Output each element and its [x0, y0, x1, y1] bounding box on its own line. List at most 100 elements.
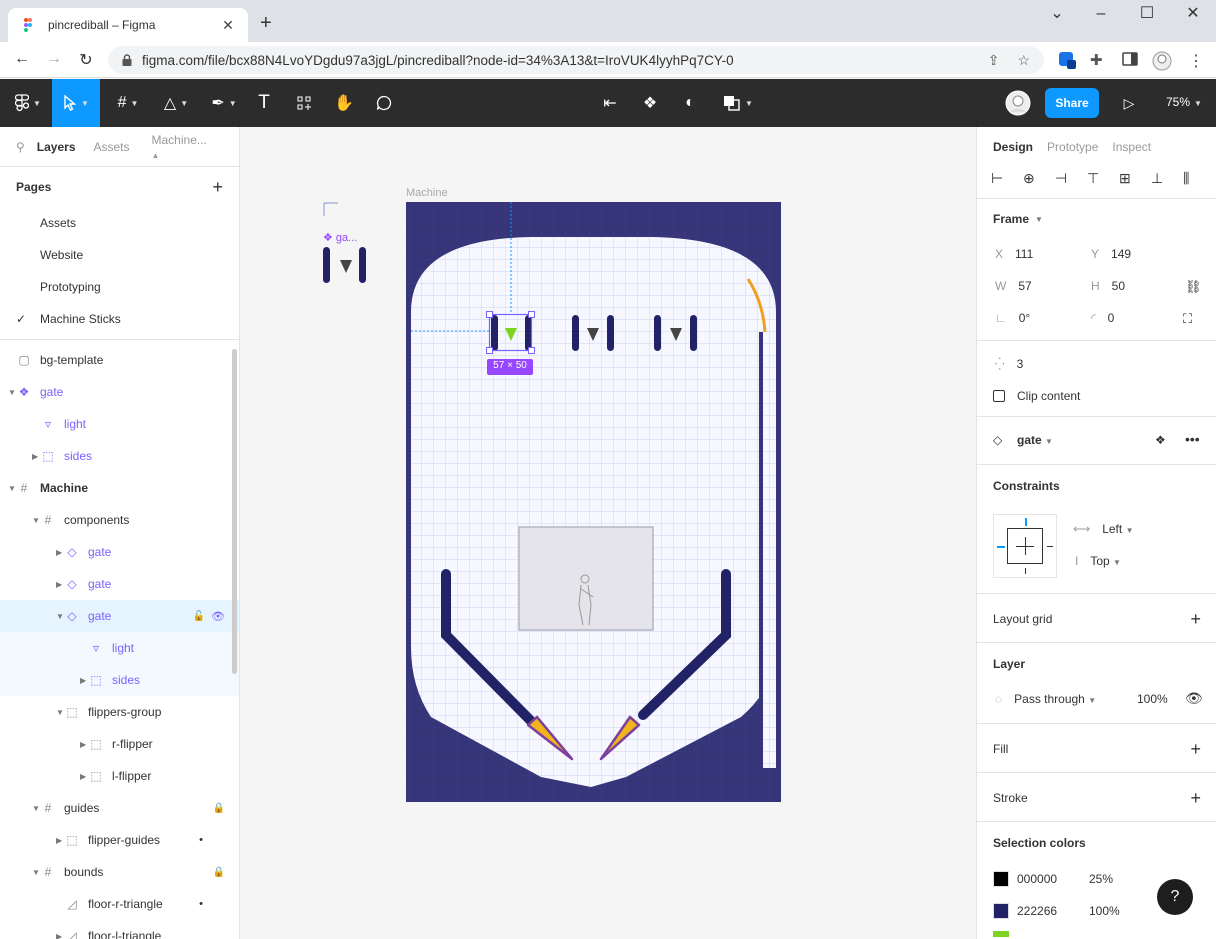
expand-arrow-icon[interactable]: ▶ [32, 452, 38, 461]
page-item[interactable]: ✓ Machine Sticks [0, 303, 239, 335]
layer-row[interactable]: ◿ floor-r-triangle • [0, 888, 239, 920]
tab-prototype[interactable]: Prototype [1047, 140, 1098, 154]
layout-grid-header[interactable]: Layout grid + [977, 595, 1216, 643]
x-field[interactable]: X 111 [995, 247, 1033, 261]
window-close-icon[interactable]: ✕ [1170, 4, 1216, 24]
layer-row[interactable]: ▶ ⬚ l-flipper [0, 760, 239, 792]
page-item[interactable]: Assets [0, 207, 239, 239]
blend-mode-select[interactable]: ◌ Pass through ▼ [995, 692, 1096, 706]
align-top-icon[interactable]: ⊤ [1087, 170, 1119, 187]
layer-row[interactable]: ▶ ⬚ sides [0, 664, 239, 696]
user-avatar[interactable] [1004, 79, 1032, 127]
layer-row[interactable]: ▼ # bounds 🔒 [0, 856, 239, 888]
resources-icon[interactable] [292, 79, 316, 127]
expand-arrow-icon[interactable]: ▶ [56, 580, 62, 589]
sidepanel-icon[interactable] [1122, 51, 1140, 69]
layer-row[interactable]: ▶ ⬚ r-flipper [0, 728, 239, 760]
add-layout-grid-icon[interactable]: + [1190, 609, 1201, 630]
pen-tool-icon[interactable]: ✒ ▼ [204, 79, 244, 127]
w-field[interactable]: W 57 [995, 279, 1032, 293]
frame-tool-icon[interactable]: # ▼ [108, 79, 148, 127]
share-button[interactable]: Share [1045, 88, 1099, 118]
collapse-arrow-icon[interactable]: ▼ [56, 708, 64, 717]
layer-row[interactable]: ▼ ◇ gate 🔓 👁 [0, 600, 239, 632]
collapse-arrow-icon[interactable]: ▼ [32, 868, 40, 877]
distribute-icon[interactable]: ⫼ [1183, 170, 1215, 187]
expand-arrow-icon[interactable]: ▶ [56, 548, 62, 557]
component-name[interactable]: gate ▼ [1017, 433, 1053, 447]
layer-row[interactable]: ▢ bg-template [0, 344, 239, 376]
layer-row[interactable]: ▶ ◇ gate [0, 536, 239, 568]
browser-tab[interactable]: pincrediball – Figma ✕ [8, 8, 248, 42]
hand-tool-icon[interactable]: ✋ [332, 79, 356, 127]
browser-menu-icon[interactable]: ⋮ [1188, 51, 1206, 70]
layer-row[interactable]: ▶ ⬚ sides [0, 440, 239, 472]
frame-header[interactable]: Frame ▼ [977, 199, 1216, 239]
add-stroke-icon[interactable]: + [1190, 788, 1201, 809]
center-window[interactable] [518, 526, 654, 631]
move-tool-icon[interactable]: ▼ [52, 79, 100, 127]
url-input[interactable]: figma.com/file/bcx88N4LvoYDgdu97a3jgL/pi… [108, 46, 1044, 74]
extension-icon[interactable] [1058, 51, 1076, 69]
y-field[interactable]: Y 149 [1091, 247, 1131, 261]
frame-label[interactable]: Machine [406, 187, 448, 199]
expand-arrow-icon[interactable]: ▶ [80, 676, 86, 685]
collapse-arrow-icon[interactable]: ▼ [8, 388, 16, 397]
new-tab-icon[interactable]: + [260, 12, 272, 35]
help-button[interactable]: ? [1157, 879, 1193, 915]
points-field[interactable]: ⁛ 3 [995, 357, 1023, 371]
layer-row[interactable]: ▼ # guides 🔒 [0, 792, 239, 824]
collapse-arrow-icon[interactable]: ▼ [56, 612, 64, 621]
expand-arrow-icon[interactable]: ▶ [80, 740, 86, 749]
bookmark-star-icon[interactable]: ☆ [1017, 52, 1030, 69]
page-item[interactable]: Prototyping [0, 271, 239, 303]
layer-row[interactable]: ▼ # components [0, 504, 239, 536]
puzzle-extensions-icon[interactable]: ✚ [1090, 51, 1108, 69]
more-options-icon[interactable]: ••• [1185, 431, 1200, 447]
back-icon[interactable]: ← [12, 50, 32, 68]
layers-scrollbar[interactable] [232, 349, 237, 674]
comment-tool-icon[interactable] [372, 79, 396, 127]
create-component-icon[interactable]: ❖ [638, 79, 662, 127]
expand-arrow-icon[interactable]: ▶ [56, 932, 62, 939]
align-right-icon[interactable]: ⊣ [1055, 170, 1087, 187]
independent-corners-icon[interactable]: ⛶ [1183, 311, 1192, 327]
lock-icon[interactable]: 🔒 [213, 867, 225, 878]
unlock-icon[interactable]: 🔓 [193, 611, 205, 622]
add-fill-icon[interactable]: + [1190, 739, 1201, 760]
search-icon[interactable]: ⚲ [16, 140, 25, 154]
fill-header[interactable]: Fill + [977, 725, 1216, 773]
layer-row[interactable]: ▿ light [0, 408, 239, 440]
page-switcher[interactable]: Machine... ▲ [152, 133, 225, 161]
align-left-icon[interactable]: ⊢ [991, 170, 1023, 187]
go-to-main-component-icon[interactable]: ⇤ [598, 79, 622, 127]
color-hex[interactable]: 000000 [1017, 872, 1089, 886]
profile-avatar-icon[interactable] [1152, 51, 1172, 71]
mask-icon[interactable]: ◐ [678, 79, 702, 127]
canvas[interactable]: Machine ❖ ga... 57 × 50 [241, 127, 975, 939]
layer-row[interactable]: ▼ ❖ gate [0, 376, 239, 408]
forward-icon[interactable]: → [44, 50, 64, 68]
text-tool-icon[interactable]: T [252, 79, 276, 127]
clip-content-checkbox[interactable]: Clip content [993, 389, 1080, 403]
color-opacity[interactable]: 25% [1089, 872, 1113, 886]
collapse-arrow-icon[interactable]: ▼ [32, 516, 40, 525]
reload-icon[interactable]: ↻ [76, 50, 96, 70]
horizontal-constraint[interactable]: ⟷ Left ▼ [1073, 522, 1133, 536]
chevron-down-icon[interactable]: ⌄ [1034, 4, 1080, 24]
color-opacity[interactable]: 100% [1089, 904, 1120, 918]
floating-gate-component[interactable] [323, 247, 366, 283]
color-swatch[interactable] [993, 903, 1009, 919]
machine-frame[interactable] [406, 202, 781, 802]
zoom-level[interactable]: 75% ▼ [1166, 95, 1202, 109]
tab-layers[interactable]: Layers [37, 140, 76, 154]
close-tab-icon[interactable]: ✕ [220, 17, 236, 34]
constraints-widget[interactable] [993, 514, 1057, 578]
constrain-proportions-icon[interactable]: ⛓ [1185, 279, 1202, 295]
present-play-icon[interactable]: ▷ [1120, 79, 1138, 127]
eye-icon[interactable]: 👁 [211, 610, 225, 623]
lock-icon[interactable]: 🔒 [213, 803, 225, 814]
layer-row[interactable]: ▶ ⬚ flipper-guides • [0, 824, 239, 856]
collapse-arrow-icon[interactable]: ▼ [8, 484, 16, 493]
opacity-field[interactable]: 100% [1137, 692, 1168, 706]
